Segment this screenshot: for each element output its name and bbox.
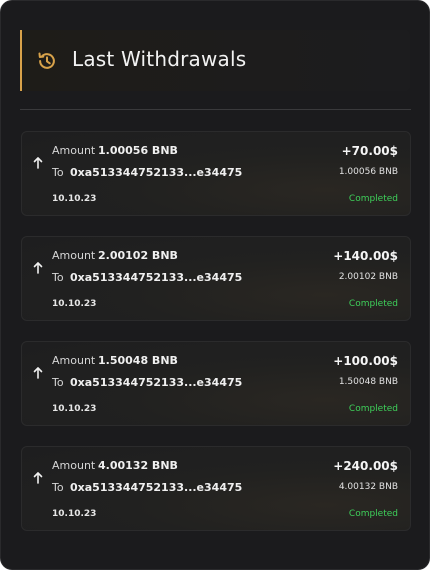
usd-amount: +70.00$: [341, 144, 398, 158]
date: 10.10.23: [52, 404, 97, 414]
withdrawals-header: Last Withdrawals: [20, 30, 410, 91]
address-value: 0xa513344752133...e34475: [70, 376, 243, 389]
date: 10.10.23: [52, 299, 97, 309]
withdrawals-panel: Last Withdrawals Amount 1.00056 BNB To 0…: [0, 0, 430, 570]
to-label: To: [52, 166, 64, 179]
address-value: 0xa513344752133...e34475: [70, 481, 243, 494]
bnb-amount: 1.00056 BNB: [338, 167, 398, 177]
usd-amount: +140.00$: [333, 249, 398, 263]
amount-label: Amount: [52, 144, 96, 157]
status-badge: Completed: [348, 404, 398, 414]
amount-value: 1.50048 BNB: [98, 354, 178, 367]
status-badge: Completed: [348, 194, 398, 204]
amount-label: Amount: [52, 354, 96, 367]
arrow-up-icon: [32, 260, 44, 274]
to-label: To: [52, 376, 64, 389]
amount-value: 2.00102 BNB: [98, 249, 178, 262]
withdrawal-card[interactable]: Amount 1.50048 BNB To 0xa513344752133...…: [21, 341, 411, 426]
address-value: 0xa513344752133...e34475: [70, 166, 243, 179]
page-title: Last Withdrawals: [72, 47, 247, 71]
status-badge: Completed: [348, 299, 398, 309]
withdrawal-card[interactable]: Amount 1.00056 BNB To 0xa513344752133...…: [21, 131, 411, 216]
date: 10.10.23: [52, 194, 97, 204]
amount-value: 4.00132 BNB: [98, 459, 178, 472]
status-badge: Completed: [348, 509, 398, 519]
arrow-up-icon: [32, 155, 44, 169]
withdrawal-card[interactable]: Amount 2.00102 BNB To 0xa513344752133...…: [21, 236, 411, 321]
withdrawal-card[interactable]: Amount 4.00132 BNB To 0xa513344752133...…: [21, 446, 411, 531]
bnb-amount: 1.50048 BNB: [338, 377, 398, 387]
bnb-amount: 2.00102 BNB: [338, 272, 398, 282]
divider: [20, 109, 411, 110]
usd-amount: +240.00$: [333, 459, 398, 473]
amount-label: Amount: [52, 459, 96, 472]
to-label: To: [52, 271, 64, 284]
address-value: 0xa513344752133...e34475: [70, 271, 243, 284]
amount-label: Amount: [52, 249, 96, 262]
amount-value: 1.00056 BNB: [98, 144, 178, 157]
history-icon: [36, 50, 58, 72]
bnb-amount: 4.00132 BNB: [338, 482, 398, 492]
arrow-up-icon: [32, 470, 44, 484]
arrow-up-icon: [32, 365, 44, 379]
usd-amount: +100.00$: [333, 354, 398, 368]
date: 10.10.23: [52, 509, 97, 519]
to-label: To: [52, 481, 64, 494]
